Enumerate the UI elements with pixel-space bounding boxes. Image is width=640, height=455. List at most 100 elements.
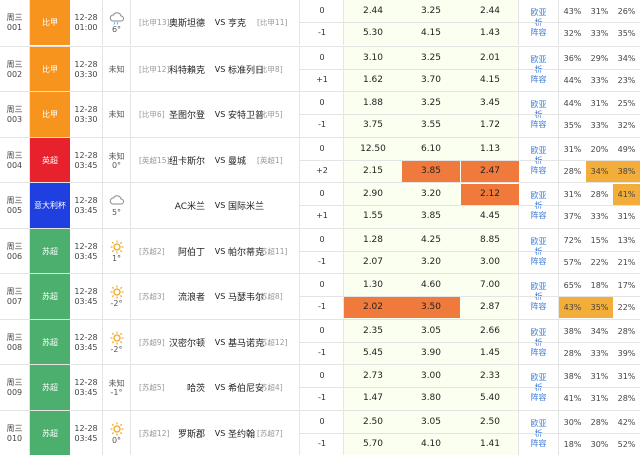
link-3[interactable]: 阵 [531, 439, 539, 448]
odds-cell[interactable]: 3.10 [344, 48, 402, 69]
league-badge[interactable]: 比甲 [30, 92, 70, 137]
odds-cell[interactable]: 1.62 [344, 70, 402, 91]
odds-cell[interactable]: 1.43 [461, 23, 519, 44]
odds-cell[interactable]: 4.45 [461, 206, 519, 227]
link-1[interactable]: 亚 [539, 419, 547, 428]
link-4[interactable]: 容 [539, 348, 547, 357]
link-4[interactable]: 容 [539, 120, 547, 129]
link-4[interactable]: 容 [539, 75, 547, 84]
odds-cell[interactable]: 4.10 [402, 434, 460, 455]
odds-cell[interactable]: 2.33 [461, 366, 519, 387]
odds-cell[interactable]: 5.70 [344, 434, 402, 455]
odds-cell[interactable]: 3.85 [402, 161, 460, 182]
odds-cell[interactable]: 3.50 [402, 297, 460, 318]
league-badge[interactable]: 意大利杯 [30, 183, 70, 228]
away-team[interactable]: 国际米兰 [228, 199, 264, 212]
link-3[interactable]: 阵 [531, 211, 539, 220]
link-0[interactable]: 欧 [531, 191, 539, 200]
home-team[interactable]: 流浪者 [178, 290, 205, 303]
link-4[interactable]: 容 [539, 166, 547, 175]
odds-cell[interactable]: 1.41 [461, 434, 519, 455]
odds-cell[interactable]: 1.72 [461, 115, 519, 136]
link-4[interactable]: 容 [539, 302, 547, 311]
link-0[interactable]: 欧 [531, 146, 539, 155]
odds-cell[interactable]: 1.28 [344, 230, 402, 251]
odds-cell[interactable]: 2.44 [461, 1, 519, 22]
odds-cell[interactable]: 4.60 [402, 275, 460, 296]
odds-cell[interactable]: 2.90 [344, 184, 402, 205]
odds-cell[interactable]: 3.25 [402, 48, 460, 69]
odds-cell[interactable]: 2.73 [344, 366, 402, 387]
odds-cell[interactable]: 1.88 [344, 93, 402, 114]
odds-cell[interactable]: 2.66 [461, 321, 519, 342]
link-3[interactable]: 阵 [531, 348, 539, 357]
odds-cell[interactable]: 2.50 [461, 412, 519, 433]
odds-cell[interactable]: 8.85 [461, 230, 519, 251]
odds-cell[interactable]: 3.75 [344, 115, 402, 136]
league-badge[interactable]: 英超 [30, 138, 70, 183]
odds-cell[interactable]: 3.90 [402, 343, 460, 364]
link-4[interactable]: 容 [539, 439, 547, 448]
odds-cell[interactable]: 3.55 [402, 115, 460, 136]
link-1[interactable]: 亚 [539, 146, 547, 155]
odds-cell[interactable]: 3.00 [402, 366, 460, 387]
link-0[interactable]: 欧 [531, 419, 539, 428]
odds-cell[interactable]: 3.25 [402, 1, 460, 22]
link-1[interactable]: 亚 [539, 8, 547, 17]
odds-cell[interactable]: 2.01 [461, 48, 519, 69]
home-team[interactable]: 汉密尔顿 [169, 336, 205, 349]
home-team[interactable]: AC米兰 [175, 199, 205, 212]
link-3[interactable]: 阵 [531, 257, 539, 266]
odds-cell[interactable]: 6.10 [402, 139, 460, 160]
odds-cell[interactable]: 3.85 [402, 206, 460, 227]
odds-cell[interactable]: 3.70 [402, 70, 460, 91]
odds-cell[interactable]: 3.05 [402, 412, 460, 433]
odds-cell[interactable]: 3.05 [402, 321, 460, 342]
home-team[interactable]: 纽卡斯尔 [169, 154, 205, 167]
away-team[interactable]: 曼城 [228, 154, 246, 167]
link-0[interactable]: 欧 [531, 328, 539, 337]
odds-cell[interactable]: 2.12 [461, 184, 519, 205]
odds-cell[interactable]: 1.55 [344, 206, 402, 227]
odds-cell[interactable]: 4.15 [461, 70, 519, 91]
link-3[interactable]: 阵 [531, 75, 539, 84]
link-1[interactable]: 亚 [539, 328, 547, 337]
odds-cell[interactable]: 5.30 [344, 23, 402, 44]
link-0[interactable]: 欧 [531, 55, 539, 64]
odds-cell[interactable]: 4.25 [402, 230, 460, 251]
odds-cell[interactable]: 3.00 [461, 252, 519, 273]
odds-cell[interactable]: 2.50 [344, 412, 402, 433]
link-4[interactable]: 容 [539, 393, 547, 402]
odds-cell[interactable]: 1.45 [461, 343, 519, 364]
link-3[interactable]: 阵 [531, 393, 539, 402]
odds-cell[interactable]: 2.44 [344, 1, 402, 22]
link-3[interactable]: 阵 [531, 302, 539, 311]
odds-cell[interactable]: 1.30 [344, 275, 402, 296]
link-3[interactable]: 阵 [531, 166, 539, 175]
odds-cell[interactable]: 2.02 [344, 297, 402, 318]
odds-cell[interactable]: 7.00 [461, 275, 519, 296]
link-1[interactable]: 亚 [539, 373, 547, 382]
link-4[interactable]: 容 [539, 257, 547, 266]
odds-cell[interactable]: 1.47 [344, 388, 402, 409]
link-3[interactable]: 阵 [531, 120, 539, 129]
link-1[interactable]: 亚 [539, 55, 547, 64]
link-0[interactable]: 欧 [531, 100, 539, 109]
odds-cell[interactable]: 5.40 [461, 388, 519, 409]
away-team[interactable]: 亨克 [228, 16, 246, 29]
league-badge[interactable]: 比甲 [30, 47, 70, 92]
league-badge[interactable]: 比甲 [30, 0, 70, 45]
odds-cell[interactable]: 3.25 [402, 93, 460, 114]
odds-cell[interactable]: 2.47 [461, 161, 519, 182]
league-badge[interactable]: 苏超 [30, 229, 70, 274]
link-0[interactable]: 欧 [531, 8, 539, 17]
link-1[interactable]: 亚 [539, 191, 547, 200]
link-0[interactable]: 欧 [531, 373, 539, 382]
odds-cell[interactable]: 12.50 [344, 139, 402, 160]
link-3[interactable]: 阵 [531, 28, 539, 37]
home-team[interactable]: 科特賴克 [169, 63, 205, 76]
link-0[interactable]: 欧 [531, 237, 539, 246]
home-team[interactable]: 阿伯丁 [178, 245, 205, 258]
link-1[interactable]: 亚 [539, 100, 547, 109]
link-0[interactable]: 欧 [531, 282, 539, 291]
